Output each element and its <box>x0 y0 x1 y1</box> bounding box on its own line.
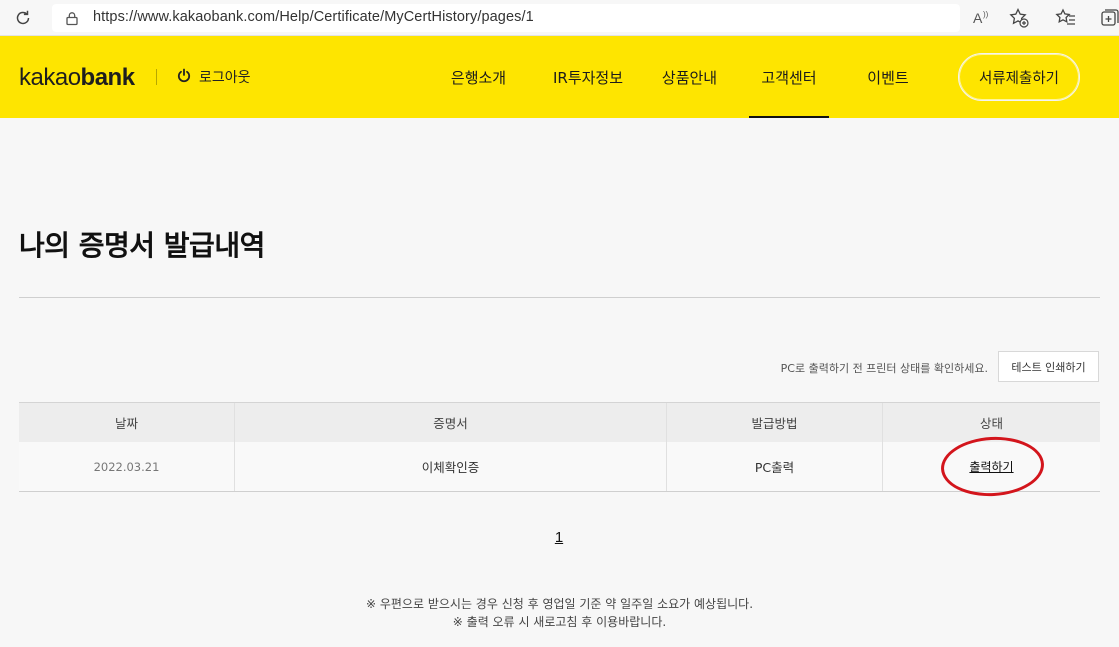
header-method: 발급방법 <box>667 403 883 442</box>
footnote-mail: ※ 우편으로 받으시는 경우 신청 후 영업일 기준 약 일주일 소요가 예상됩… <box>365 597 754 611</box>
footnote-refresh: ※ 출력 오류 시 새로고침 후 이용바랍니다. <box>452 615 667 629</box>
lock-icon[interactable] <box>64 10 80 26</box>
logo-text-bold: bank <box>80 64 136 91</box>
cell-certificate: 이체확인증 <box>235 442 667 491</box>
collections-icon[interactable] <box>1099 7 1119 29</box>
printer-notice: PC로 출력하기 전 프린터 상태를 확인하세요. <box>780 362 988 375</box>
page-title: 나의 증명서 발급내역 <box>19 229 265 262</box>
favorites-icon[interactable] <box>1055 7 1077 29</box>
nav-item-events[interactable]: 이벤트 <box>843 36 933 118</box>
address-bar[interactable]: https://www.kakaobank.com/Help/Certifica… <box>52 4 960 32</box>
page-number-current[interactable]: 1 <box>552 529 566 546</box>
main-nav: 은행소개 IR투자정보 상품안내 고객센터 이벤트 <box>430 36 933 118</box>
url-text[interactable]: https://www.kakaobank.com/Help/Certifica… <box>93 9 534 25</box>
nav-item-customer-center[interactable]: 고객센터 <box>749 36 829 118</box>
header-date: 날짜 <box>19 403 235 442</box>
header-certificate: 증명서 <box>235 403 667 442</box>
cell-date: 2022.03.21 <box>19 442 235 491</box>
refresh-icon[interactable] <box>12 7 34 29</box>
table-row: 2022.03.21 이체확인증 PC출력 출력하기 <box>19 442 1100 492</box>
submit-documents-button[interactable]: 서류제출하기 <box>958 53 1080 101</box>
kakaobank-logo[interactable]: kakaobank <box>19 64 135 92</box>
nav-item-bank-intro[interactable]: 은행소개 <box>425 36 532 118</box>
add-favorite-icon[interactable] <box>1008 7 1030 29</box>
logout-label: 로그아웃 <box>199 70 251 86</box>
site-header: kakaobank 로그아웃 은행소개 IR투자정보 상품안내 고객센터 이벤트… <box>0 36 1119 118</box>
title-divider <box>19 297 1100 298</box>
nav-item-products[interactable]: 상품안내 <box>644 36 735 118</box>
nav-item-ir[interactable]: IR투자정보 <box>532 36 644 118</box>
power-icon <box>177 68 191 87</box>
header-divider <box>156 69 157 85</box>
test-print-button[interactable]: 테스트 인쇄하기 <box>998 351 1099 382</box>
browser-toolbar: https://www.kakaobank.com/Help/Certifica… <box>0 0 1119 36</box>
cell-method: PC출력 <box>667 442 883 491</box>
svg-text:)): )) <box>983 10 989 19</box>
table-header: 날짜 증명서 발급방법 상태 <box>19 402 1100 442</box>
logo-text-light: kakao <box>19 64 81 91</box>
logout-button[interactable]: 로그아웃 <box>177 67 251 87</box>
read-aloud-icon[interactable]: A)) <box>972 8 994 28</box>
svg-text:A: A <box>973 10 983 26</box>
cert-history-table: 날짜 증명서 발급방법 상태 2022.03.21 이체확인증 PC출력 출력하… <box>19 402 1100 492</box>
